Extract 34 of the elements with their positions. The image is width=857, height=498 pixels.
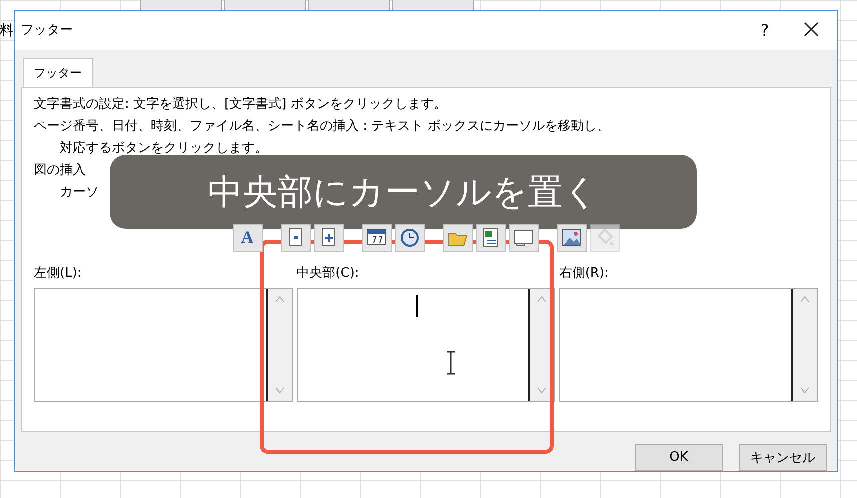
page-icon xyxy=(289,228,302,246)
page-plus-icon xyxy=(322,228,335,246)
calendar-icon xyxy=(367,229,386,246)
clock-icon xyxy=(400,228,418,247)
window-title: フッター xyxy=(21,22,74,40)
instruction-text: 図の挿入 xyxy=(34,162,86,180)
help-button[interactable]: ? xyxy=(745,20,785,40)
toolbar-button[interactable] xyxy=(394,224,424,252)
ok-button[interactable]: OK xyxy=(635,444,723,471)
toolbar-button[interactable] xyxy=(556,224,586,252)
section-label: 左側(L): xyxy=(34,264,83,282)
cell-text: 料 xyxy=(0,22,14,40)
toolbar-button[interactable] xyxy=(508,224,538,252)
toolbar-button[interactable] xyxy=(476,224,506,252)
cancel-button[interactable]: キャンセル xyxy=(739,444,827,471)
toolbar-button[interactable] xyxy=(442,224,472,252)
instruction-text: カーソ xyxy=(60,184,99,202)
instruction-text: ページ番号、日付、時刻、ファイル名、シート名の挿入 : テキスト ボックスにカーソルを移動し、 xyxy=(34,118,610,136)
picture-icon xyxy=(562,229,581,246)
tab[interactable]: フッター xyxy=(23,58,93,88)
spreadsheet-file-icon xyxy=(483,228,498,248)
section-label: 中央部(C): xyxy=(296,264,360,282)
paint-bucket-icon xyxy=(598,228,614,246)
toolbar-button[interactable] xyxy=(314,224,344,252)
i-beam-cursor-icon xyxy=(444,350,457,375)
toolbar-button[interactable]: A xyxy=(232,224,262,252)
instruction-text: 対応するボタンをクリックします。 xyxy=(60,140,268,158)
caption-overlay: 中央部にカーソルを置く xyxy=(110,155,697,229)
folder-icon xyxy=(448,233,468,246)
section-label: 右側(R): xyxy=(559,264,610,282)
sheet-tab-icon xyxy=(514,230,533,246)
toolbar-button[interactable] xyxy=(280,224,310,252)
instruction-text: 文字書式の設定: 文字を選択し、[文字書式] ボタンをクリックします。 xyxy=(34,96,447,114)
toolbar-button[interactable] xyxy=(362,224,392,252)
